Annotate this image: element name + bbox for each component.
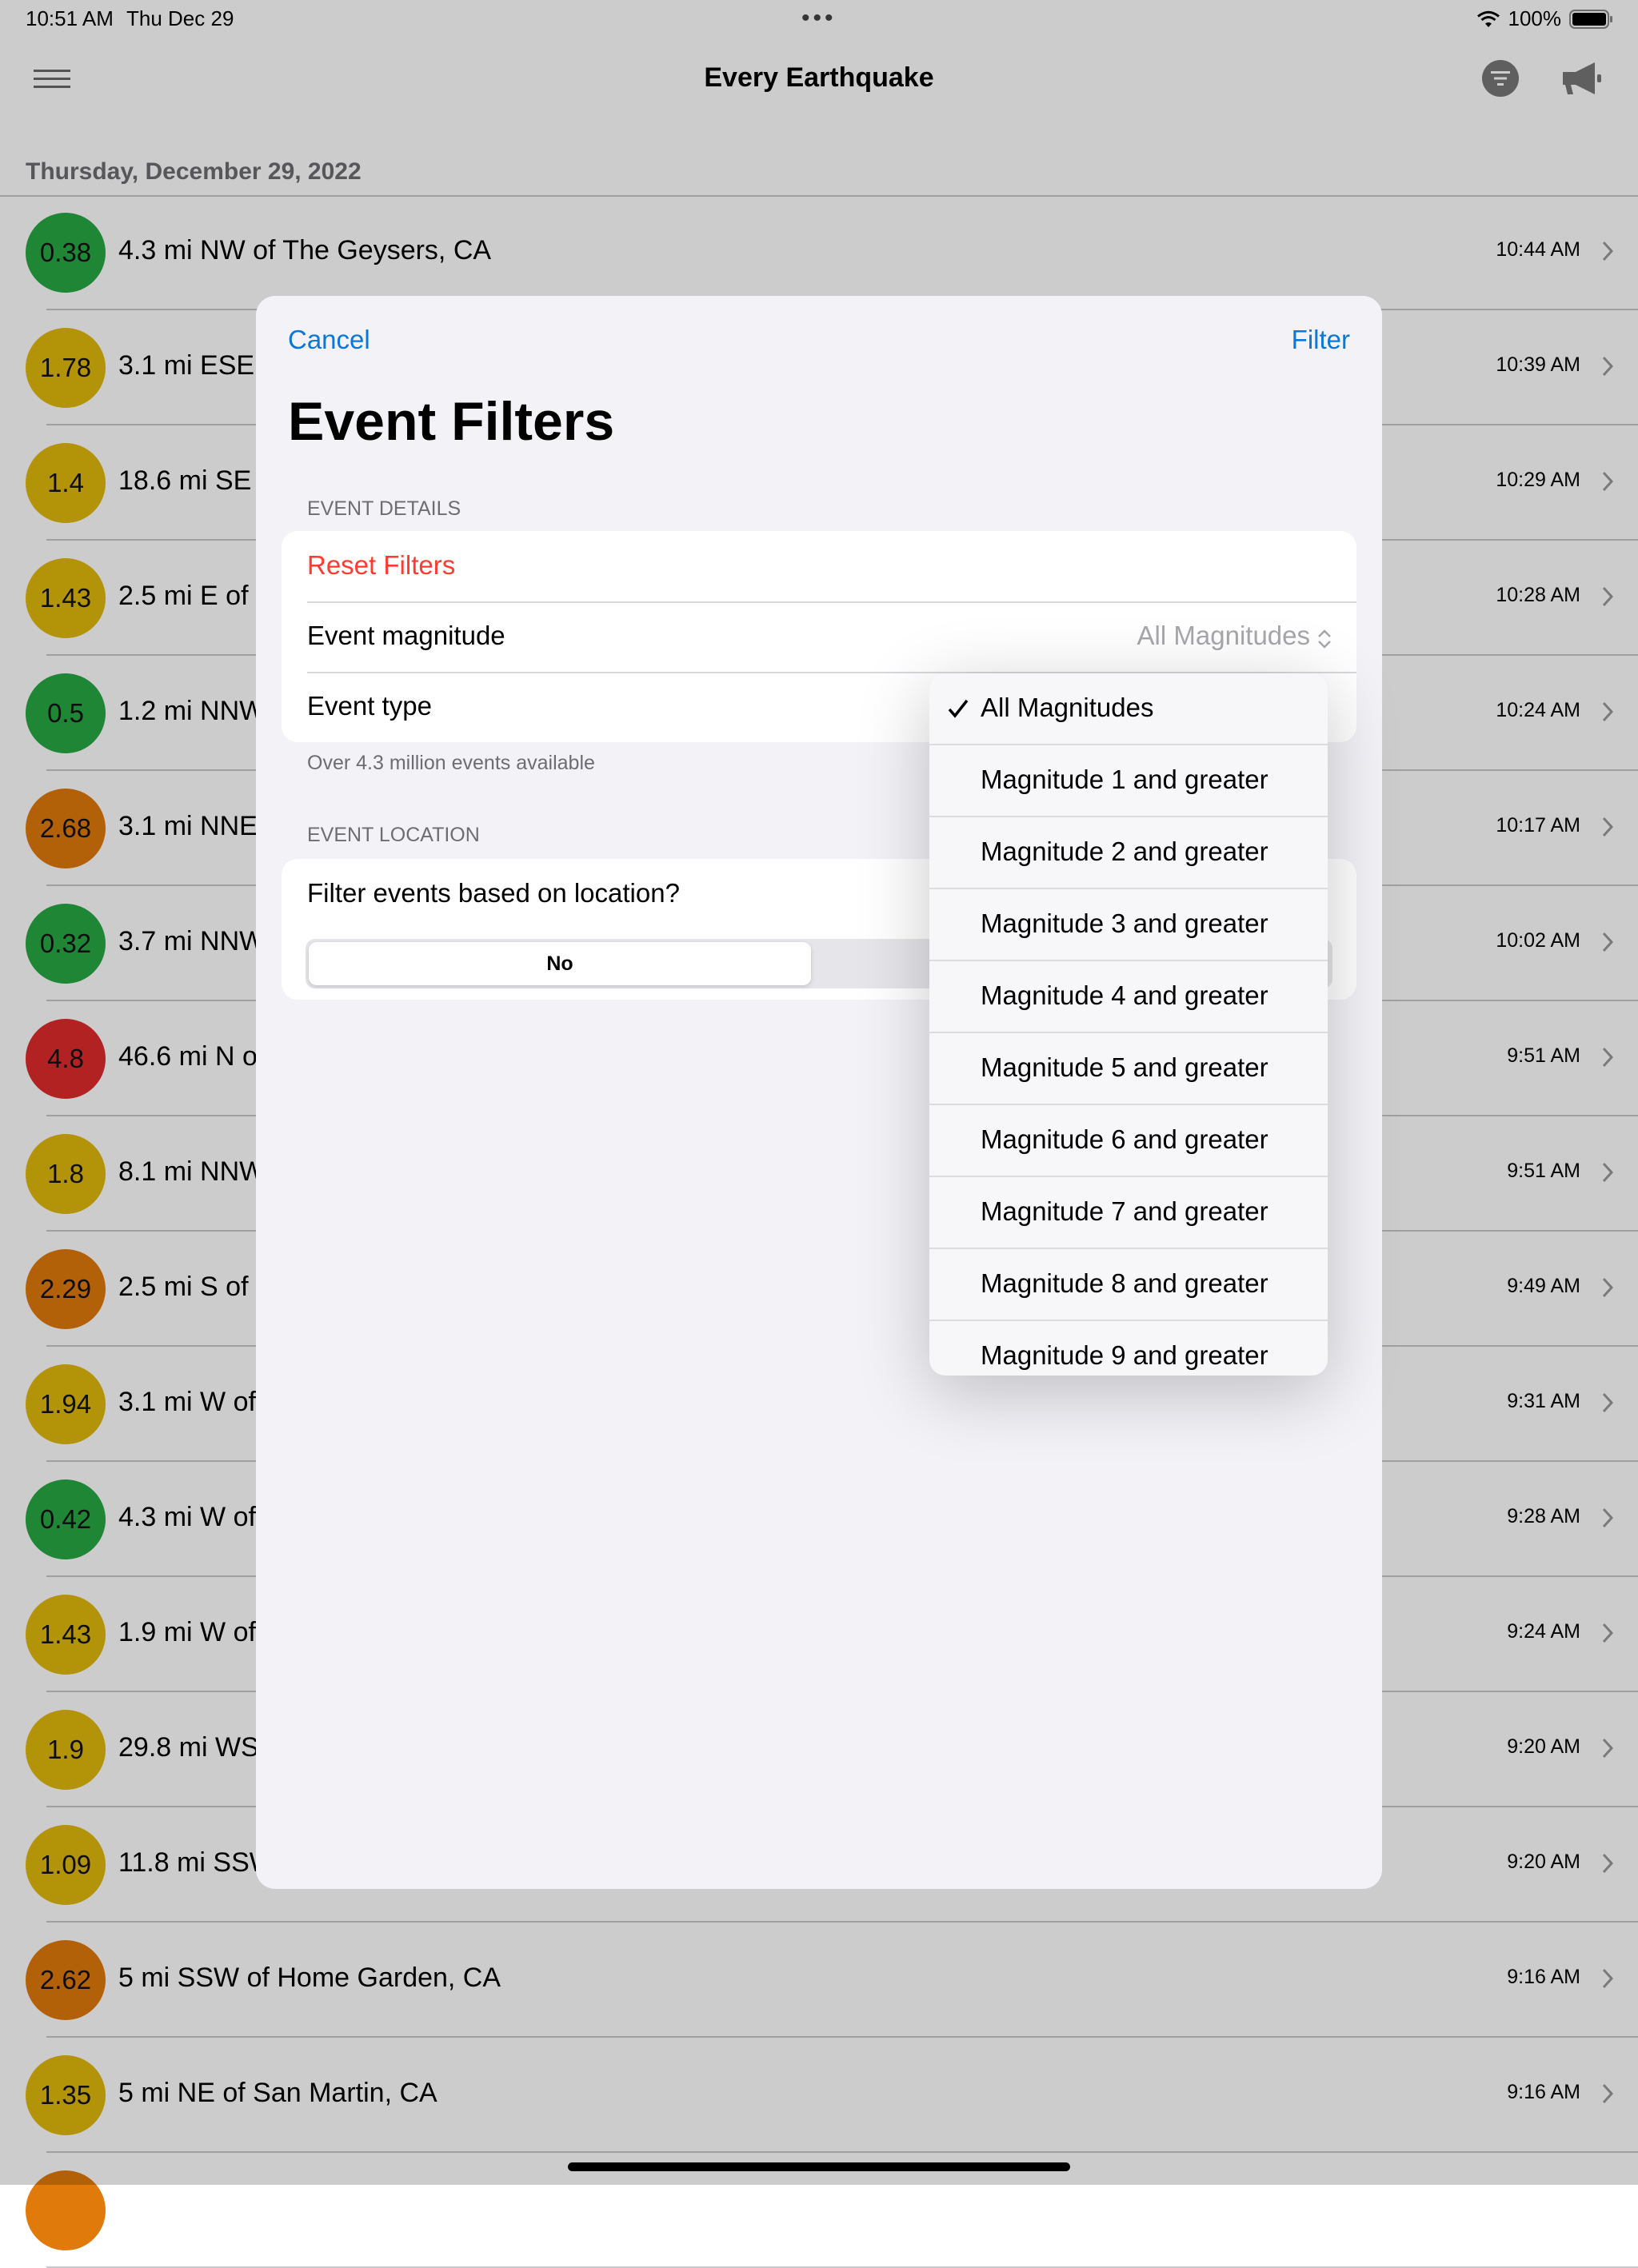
magnitude-option-label: Magnitude 7 and greater [981, 1196, 1268, 1226]
event-details-footer: Over 4.3 million events available [307, 752, 595, 774]
magnitude-option-label: Magnitude 2 and greater [981, 837, 1268, 866]
home-indicator [568, 2162, 1070, 2171]
magnitude-option[interactable]: Magnitude 1 and greater [929, 745, 1328, 817]
magnitude-option-label: Magnitude 3 and greater [981, 908, 1268, 938]
magnitude-option-label: All Magnitudes [981, 693, 1154, 722]
magnitude-option[interactable]: Magnitude 6 and greater [929, 1105, 1328, 1177]
magnitude-option[interactable]: Magnitude 3 and greater [929, 889, 1328, 961]
magnitude-dropdown-menu: All Magnitudes Magnitude 1 and greater Mag… [929, 673, 1328, 1376]
segment-no[interactable]: No [309, 942, 811, 985]
magnitude-option[interactable]: Magnitude 9 and greater [929, 1321, 1328, 1376]
magnitude-option[interactable]: Magnitude 4 and greater [929, 961, 1328, 1033]
magnitude-option[interactable]: Magnitude 5 and greater [929, 1033, 1328, 1105]
magnitude-option-label: Magnitude 5 and greater [981, 1052, 1268, 1082]
checkmark-icon [948, 699, 969, 718]
magnitude-option-label: Magnitude 4 and greater [981, 980, 1268, 1010]
event-type-label: Event type [307, 691, 432, 721]
event-magnitude-cell[interactable]: Event magnitude All Magnitudes [282, 601, 1356, 672]
modal-title: Event Filters [288, 391, 615, 452]
event-magnitude-value: All Magnitudes [1137, 621, 1310, 650]
magnitude-option-label: Magnitude 1 and greater [981, 765, 1268, 794]
cancel-button[interactable]: Cancel [288, 325, 370, 355]
event-magnitude-label: Event magnitude [307, 621, 505, 650]
magnitude-option[interactable]: Magnitude 2 and greater [929, 817, 1328, 889]
filter-button[interactable]: Filter [1292, 325, 1350, 355]
event-location-header: EVENT LOCATION [307, 824, 480, 846]
reset-filters-label: Reset Filters [307, 550, 456, 580]
magnitude-option[interactable]: Magnitude 8 and greater [929, 1249, 1328, 1321]
magnitude-option-label: Magnitude 9 and greater [981, 1340, 1268, 1370]
magnitude-option-label: Magnitude 6 and greater [981, 1124, 1268, 1154]
magnitude-option-label: Magnitude 8 and greater [981, 1268, 1268, 1298]
event-details-header: EVENT DETAILS [307, 497, 461, 520]
magnitude-option[interactable]: All Magnitudes [929, 673, 1328, 745]
magnitude-option[interactable]: Magnitude 7 and greater [929, 1177, 1328, 1249]
reset-filters-cell[interactable]: Reset Filters [282, 531, 1356, 601]
chevron-up-down-icon [1318, 629, 1331, 649]
location-question-label: Filter events based on location? [307, 878, 680, 908]
